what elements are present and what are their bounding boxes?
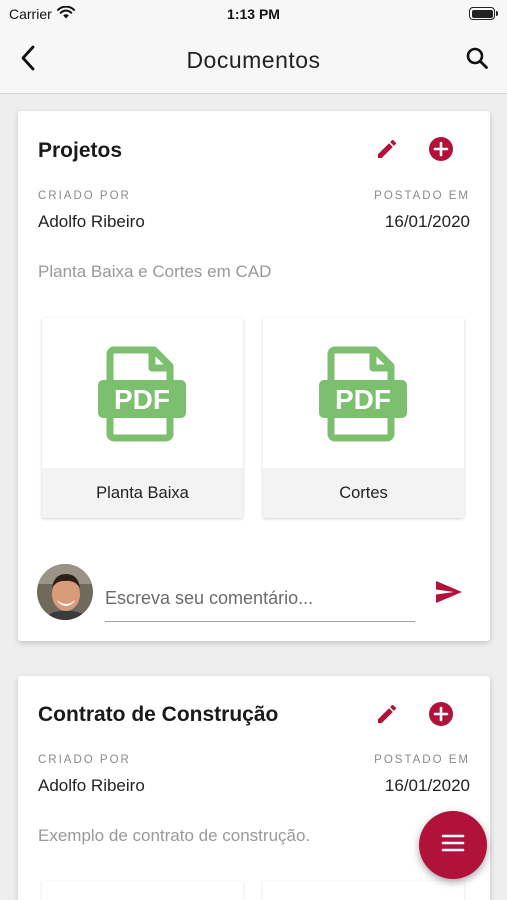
add-button[interactable]: [426, 136, 456, 166]
card-description: Planta Baixa e Cortes em CAD: [38, 262, 272, 281]
card-description: Exemplo de contrato de construção.: [38, 826, 311, 845]
pdf-icon-text: PDF: [335, 384, 391, 415]
file-tile[interactable]: PDF Planta Baixa: [42, 318, 243, 518]
file-name: Cortes: [263, 468, 464, 518]
menu-fab-button[interactable]: [419, 811, 487, 879]
document-card: Projetos CRIADO POR POSTADO EM Adolfo Ri…: [18, 111, 490, 641]
card-title: Contrato de Construção: [38, 703, 279, 726]
page-title: Documentos: [186, 47, 321, 73]
posted-on-value: 16/01/2020: [384, 776, 470, 795]
add-button[interactable]: [426, 701, 456, 731]
file-name: Planta Baixa: [42, 468, 243, 518]
posted-on-label: POSTADO EM: [374, 190, 470, 202]
file-tile[interactable]: [263, 881, 464, 900]
posted-on-value: 16/01/2020: [384, 212, 470, 231]
created-by-label: CRIADO POR: [38, 190, 131, 202]
pdf-file-icon: PDF: [319, 346, 407, 447]
search-icon: [465, 46, 489, 75]
search-button[interactable]: [461, 44, 493, 76]
file-tile[interactable]: [42, 881, 243, 900]
battery-icon: [469, 7, 498, 20]
posted-on-label: POSTADO EM: [374, 754, 470, 766]
plus-circle-icon: [428, 701, 454, 732]
pdf-icon-text: PDF: [114, 384, 170, 415]
edit-button[interactable]: [372, 701, 402, 731]
pdf-file-icon: PDF: [98, 346, 186, 447]
pencil-icon: [375, 702, 399, 731]
status-bar: Carrier 1:13 PM: [0, 0, 507, 28]
created-by-value: Adolfo Ribeiro: [38, 212, 145, 231]
send-button[interactable]: [432, 577, 466, 611]
card-title: Projetos: [38, 139, 123, 162]
status-time: 1:13 PM: [227, 6, 280, 22]
document-card: Contrato de Construção CRIADO POR POSTAD…: [18, 676, 490, 900]
plus-circle-icon: [428, 136, 454, 167]
edit-button[interactable]: [372, 136, 402, 166]
comment-input[interactable]: [105, 576, 415, 622]
pencil-icon: [375, 137, 399, 166]
send-icon: [435, 580, 463, 609]
created-by-value: Adolfo Ribeiro: [38, 776, 145, 795]
avatar: [37, 564, 93, 620]
app-bar: Documentos: [0, 28, 507, 94]
file-tile[interactable]: PDF Cortes: [263, 318, 464, 518]
created-by-label: CRIADO POR: [38, 754, 131, 766]
menu-icon: [441, 834, 465, 857]
